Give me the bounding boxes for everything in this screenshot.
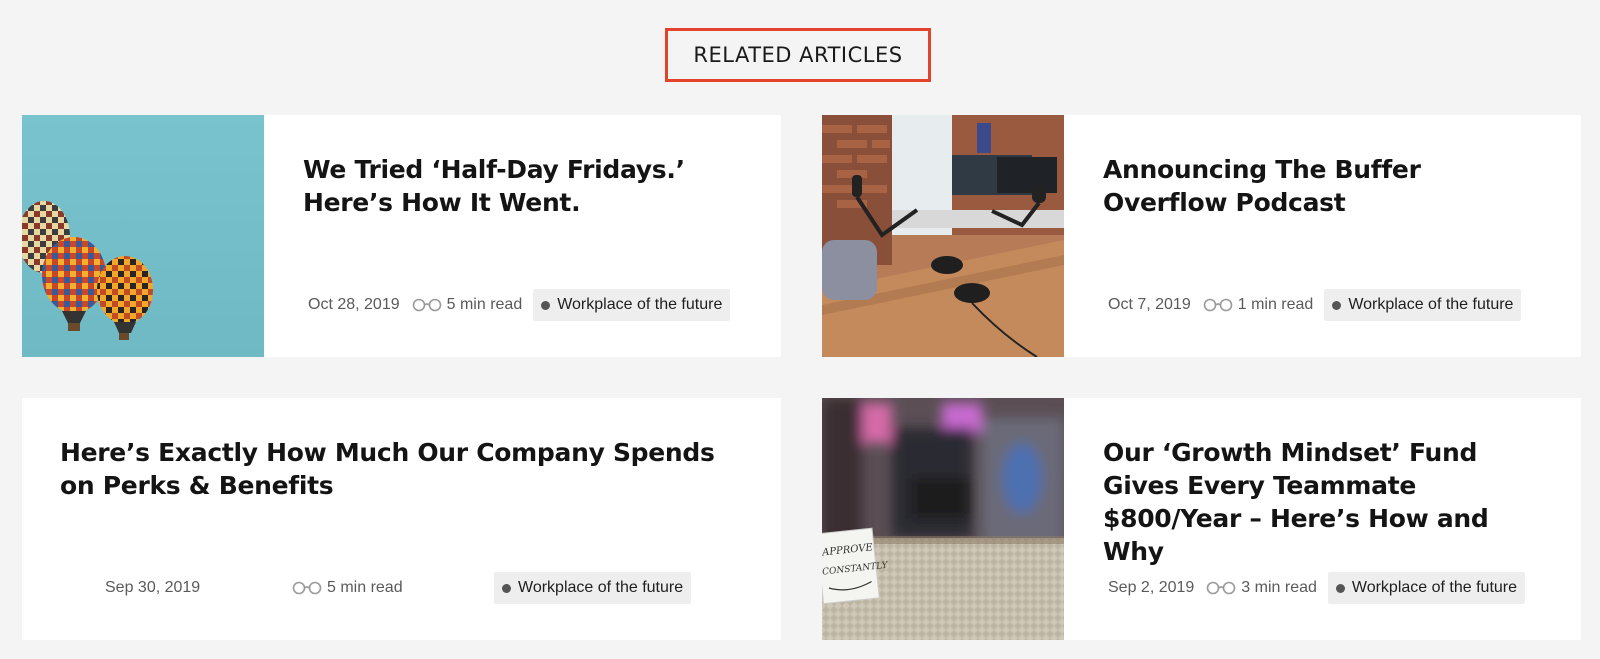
article-thumbnail-gym[interactable]: APPROVE CONSTANTLY (822, 398, 1064, 640)
reading-glasses-icon (292, 581, 322, 595)
reading-glasses-icon (1203, 298, 1233, 312)
read-time: 5 min read (412, 296, 523, 314)
read-time: 3 min read (1206, 579, 1317, 597)
article-thumbnail-balloons[interactable] (22, 115, 264, 357)
reading-glasses-icon (412, 298, 441, 312)
tag-dot-icon (502, 583, 511, 593)
article-date: Oct 7, 2019 (1108, 296, 1191, 313)
tag-label: Workplace of the future (557, 296, 723, 313)
category-tag[interactable]: Workplace of the future (494, 572, 692, 604)
article-card[interactable]: Announcing The Buffer Overflow Podcast O… (822, 115, 1581, 357)
tag-label: Workplace of the future (1351, 579, 1518, 596)
read-time-label: 1 min read (1237, 296, 1314, 313)
article-card[interactable]: Here’s Exactly How Much Our Company Spen… (22, 398, 781, 640)
article-title[interactable]: Announcing The Buffer Overflow Podcast (1103, 153, 1543, 219)
article-title[interactable]: Our ‘Growth Mindset’ Fund Gives Every Te… (1103, 436, 1543, 568)
article-meta: Oct 28, 2019 5 min read Workplace of the… (308, 289, 731, 321)
read-time: 1 min read (1203, 296, 1314, 314)
tag-label: Workplace of the future (1348, 296, 1514, 313)
tag-dot-icon (1335, 583, 1345, 593)
article-card[interactable]: APPROVE CONSTANTLY Our ‘Growth Mindset’ … (822, 398, 1581, 640)
section-title-text: RELATED ARTICLES (693, 43, 903, 67)
category-tag[interactable]: Workplace of the future (1324, 289, 1522, 321)
read-time-label: 5 min read (327, 579, 403, 596)
article-date: Sep 30, 2019 (105, 579, 201, 596)
article-meta: Sep 2, 2019 3 min read Workplace of the … (1108, 572, 1526, 604)
podcast-studio-image (822, 115, 1064, 357)
tag-dot-icon (1332, 300, 1342, 310)
read-time: 5 min read (292, 579, 403, 597)
related-articles-heading: RELATED ARTICLES (665, 28, 931, 82)
tag-dot-icon (541, 300, 551, 310)
reading-glasses-icon (1206, 581, 1236, 595)
hot-air-balloons-image (22, 115, 264, 357)
blurred-gym-image: APPROVE CONSTANTLY (822, 398, 1064, 640)
tag-label: Workplace of the future (518, 579, 684, 596)
article-meta: Oct 7, 2019 1 min read Workplace of the … (1108, 289, 1522, 321)
article-title[interactable]: Here’s Exactly How Much Our Company Spen… (60, 436, 750, 502)
category-tag[interactable]: Workplace of the future (1327, 572, 1526, 604)
read-time-label: 5 min read (446, 296, 523, 313)
article-title[interactable]: We Tried ‘Half-Day Fridays.’ Here’s How … (303, 153, 743, 219)
category-tag[interactable]: Workplace of the future (533, 289, 731, 321)
article-meta: Sep 30, 2019 5 min read Workplace of the… (22, 572, 781, 604)
article-date: Sep 2, 2019 (1108, 579, 1195, 596)
article-thumbnail-podcast[interactable] (822, 115, 1064, 357)
article-date: Oct 28, 2019 (308, 296, 400, 313)
article-card[interactable]: We Tried ‘Half-Day Fridays.’ Here’s How … (22, 115, 781, 357)
read-time-label: 3 min read (1241, 579, 1317, 596)
